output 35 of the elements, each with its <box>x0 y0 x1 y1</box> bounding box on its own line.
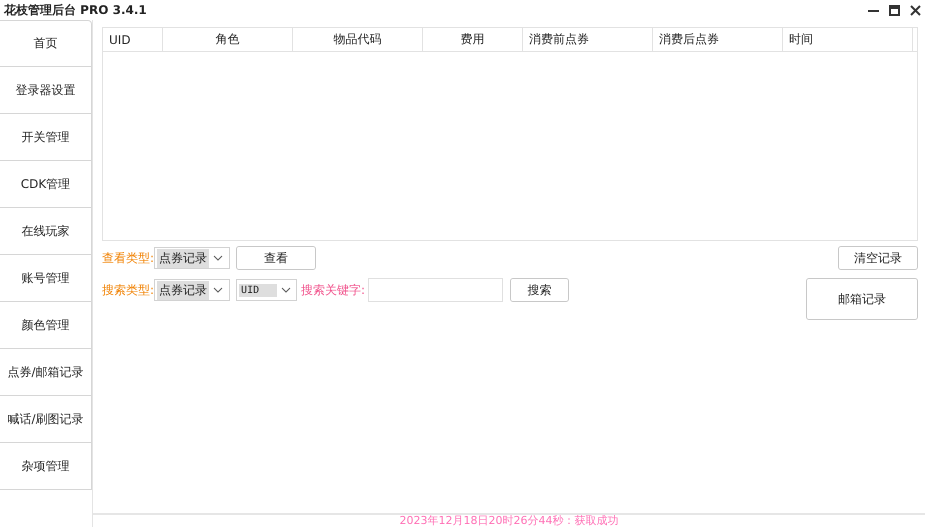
column-header[interactable]: 物品代码 <box>293 28 423 51</box>
view-button[interactable]: 查看 <box>236 246 316 270</box>
search-field-select[interactable]: UID <box>236 279 298 301</box>
sidebar-item[interactable]: 杂项管理 <box>0 443 92 490</box>
sidebar-item[interactable]: 在线玩家 <box>0 208 92 255</box>
maximize-icon[interactable] <box>889 4 900 16</box>
sidebar-item[interactable]: 点券/邮箱记录 <box>0 349 92 396</box>
mail-records-button[interactable]: 邮箱记录 <box>806 278 918 320</box>
view-type-select[interactable]: 点券记录 <box>154 247 230 269</box>
keyword-field[interactable] <box>368 278 504 302</box>
close-icon[interactable] <box>910 4 921 16</box>
column-header[interactable]: 消费前点券 <box>523 28 653 51</box>
sidebar-item[interactable]: 登录器设置 <box>0 67 92 114</box>
caret-icon <box>213 287 224 293</box>
sidebar-item[interactable]: 颜色管理 <box>0 302 92 349</box>
sidebar-item[interactable]: 账号管理 <box>0 255 92 302</box>
column-header[interactable]: 费用 <box>423 28 523 51</box>
keyword-label: 搜索关键字: <box>301 282 366 298</box>
column-header[interactable]: 角色 <box>163 28 293 51</box>
sidebar-item[interactable]: CDK管理 <box>0 161 92 208</box>
column-header[interactable]: UID <box>103 28 163 51</box>
caret-icon <box>213 255 224 261</box>
column-header[interactable]: 消费后点券 <box>653 28 783 51</box>
column-header[interactable]: 时间 <box>783 28 913 51</box>
window-title: 花枝管理后台 PRO 3.4.1 <box>4 2 148 18</box>
clear-records-button[interactable]: 清空记录 <box>838 246 918 270</box>
search-type-label: 搜索类型: <box>102 282 154 298</box>
caret-icon <box>281 287 292 293</box>
sidebar-item[interactable]: 开关管理 <box>0 114 92 161</box>
search-type-select[interactable]: 点券记录 <box>154 279 230 301</box>
sidebar-item[interactable]: 首页 <box>0 20 92 67</box>
view-type-label: 查看类型: <box>102 250 154 266</box>
sidebar-item[interactable]: 喊话/刷图记录 <box>0 396 92 443</box>
status-message: 2023年12月18日20时26分44秒：获取成功 <box>93 513 925 527</box>
search-button[interactable]: 搜索 <box>510 278 570 302</box>
